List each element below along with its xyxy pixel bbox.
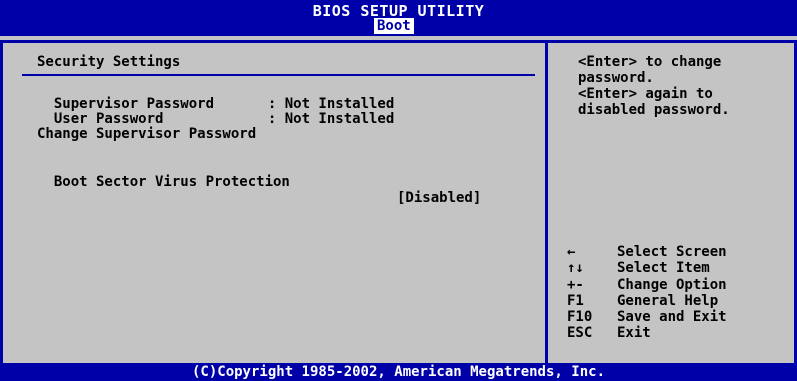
key-label: +- <box>567 276 584 293</box>
help-line: <Enter> again to <box>578 86 713 102</box>
help-text: <Enter> to change password. <Enter> agai… <box>578 54 778 118</box>
boot-sector-label: Boot Sector Virus Protection <box>53 174 290 190</box>
key-desc: Exit <box>617 325 651 342</box>
title-bar: BIOS SETUP UTILITY Boot <box>0 0 797 36</box>
key-desc: Change Option <box>617 276 727 293</box>
change-supervisor-password-item[interactable]: Change Supervisor Password <box>37 126 256 142</box>
key-label: F10 <box>567 309 593 326</box>
boot-sector-virus-protection-item[interactable]: Boot Sector Virus Protection [Disabled] <box>37 158 481 206</box>
bios-title: BIOS SETUP UTILITY <box>312 2 485 20</box>
key-legend-row: ↑↓ Select Item <box>567 260 727 276</box>
tab-boot[interactable]: Boot <box>374 18 414 34</box>
user-password-value: : Not Installed <box>267 111 395 127</box>
key-desc: General Help <box>617 292 719 309</box>
key-desc: Select Item <box>617 260 710 277</box>
help-line: password. <box>578 70 654 86</box>
frame-top-border <box>0 40 797 43</box>
key-legend-row: ← Select Screen <box>567 244 727 260</box>
section-divider <box>22 74 535 76</box>
key-legend-row: ESC Exit <box>567 325 727 341</box>
help-line: <Enter> to change <box>578 54 722 70</box>
left-arrow-icon: ← <box>567 244 576 260</box>
key-label: F1 <box>567 292 584 309</box>
key-legend-row: +- Change Option <box>567 277 727 293</box>
key-legend-row: F10 Save and Exit <box>567 309 727 325</box>
up-down-arrow-icon: ↑↓ <box>567 260 584 277</box>
key-desc: Select Screen <box>617 244 727 260</box>
section-title: Security Settings <box>37 54 181 70</box>
copyright-bar: (C)Copyright 1985-2002, American Megatre… <box>0 363 797 381</box>
boot-sector-value[interactable]: [Disabled] <box>397 190 481 206</box>
help-line: disabled password. <box>578 102 730 118</box>
user-password-row: User Password : Not Installed <box>37 95 394 127</box>
key-desc: Save and Exit <box>617 309 727 326</box>
key-label: ESC <box>567 325 593 342</box>
key-legend-row: F1 General Help <box>567 293 727 309</box>
key-legend: ← Select Screen ↑↓ Select Item +- Change Op… <box>567 244 727 342</box>
user-password-label: User Password <box>53 111 164 127</box>
